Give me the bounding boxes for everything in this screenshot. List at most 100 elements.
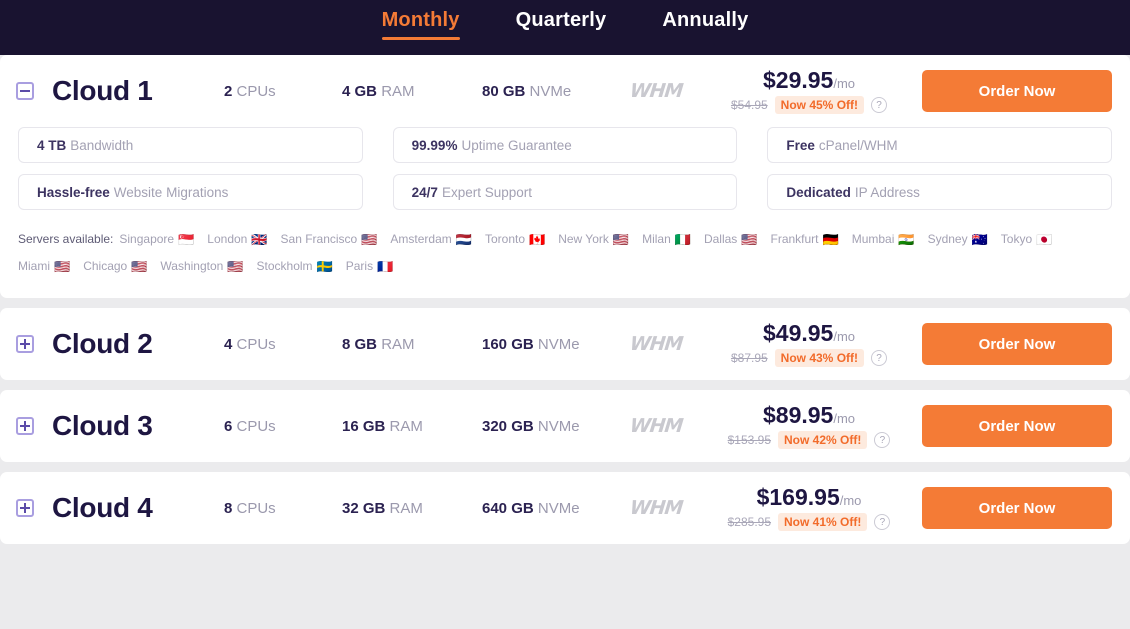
spec-disk-unit: NVMe xyxy=(537,499,580,517)
price-subline: $54.95 Now 45% Off!? xyxy=(730,96,888,115)
discount-badge: Now 45% Off! xyxy=(774,96,865,115)
feature-value: 99.99% xyxy=(411,137,458,153)
spec-cpu-unit: CPUs xyxy=(236,499,276,517)
feature-item: Hassle-free Website Migrations xyxy=(18,174,363,210)
plan-card: Cloud 12 CPUs 4 GB RAM 80 GB NVMe WHM $29.95… xyxy=(0,55,1130,298)
spec-ram: 8 GB RAM xyxy=(342,336,482,353)
server-location: San Francisco 🇺🇸 xyxy=(281,226,378,253)
tab-quarterly[interactable]: Quarterly xyxy=(488,5,635,42)
discount-badge: Now 41% Off! xyxy=(778,513,868,532)
server-location: Miami 🇺🇸 xyxy=(18,253,70,280)
feature-label: Bandwidth xyxy=(70,137,134,153)
spec-disk-value: 640 GB xyxy=(482,499,534,517)
price-subline: $285.95 Now 41% Off!? xyxy=(727,513,891,532)
flag-icon: 🇸🇪 xyxy=(316,259,333,274)
flag-icon: 🇬🇧 xyxy=(251,232,268,247)
price-amount: $89.95 xyxy=(762,401,834,428)
price-original: $285.95 xyxy=(727,515,772,530)
feature-item: 24/7 Expert Support xyxy=(392,174,738,210)
server-location: London 🇬🇧 xyxy=(207,226,267,253)
expand-icon[interactable] xyxy=(16,335,34,353)
server-location: Paris 🇫🇷 xyxy=(346,253,394,280)
spec-cpu: 6 CPUs xyxy=(224,418,342,435)
plan-name: Cloud 2 xyxy=(52,328,153,359)
collapse-icon[interactable] xyxy=(16,82,34,100)
spec-disk: 80 GB NVMe xyxy=(482,83,630,100)
server-city: Dallas xyxy=(703,232,738,246)
feature-item: Dedicated IP Address xyxy=(767,174,1112,210)
flag-icon: 🇺🇸 xyxy=(741,232,758,247)
server-city: Singapore xyxy=(119,232,175,246)
expand-icon[interactable] xyxy=(16,417,34,435)
order-now-button[interactable]: Order Now xyxy=(922,323,1112,365)
server-city: Amsterdam xyxy=(390,232,452,246)
price-block: $29.95/mo $54.95 Now 45% Off!? xyxy=(702,66,922,115)
flag-icon: 🇺🇸 xyxy=(361,232,378,247)
expand-icon[interactable] xyxy=(16,499,34,517)
whm-logo: WHM xyxy=(628,80,684,102)
order-now-button[interactable]: Order Now xyxy=(922,405,1112,447)
spec-disk: 160 GB NVMe xyxy=(482,336,630,353)
server-location: Stockholm 🇸🇪 xyxy=(257,253,333,280)
server-city: San Francisco xyxy=(280,232,358,246)
spec-cpu-unit: CPUs xyxy=(236,417,276,435)
flag-icon: 🇸🇬 xyxy=(178,232,195,247)
feature-value: 24/7 xyxy=(411,184,438,200)
help-icon[interactable]: ? xyxy=(871,97,888,114)
flag-icon: 🇺🇸 xyxy=(227,259,244,274)
spec-ram: 4 GB RAM xyxy=(342,83,482,100)
servers-available-label: Servers available: xyxy=(18,232,114,246)
price-subline: $153.95 Now 42% Off!? xyxy=(727,431,891,450)
spec-cpu: 4 CPUs xyxy=(224,336,342,353)
plan-name: Cloud 3 xyxy=(52,410,153,441)
price-original: $54.95 xyxy=(730,98,768,113)
spec-disk-value: 320 GB xyxy=(482,417,534,435)
tab-monthly[interactable]: Monthly xyxy=(354,5,488,42)
price-amount: $29.95 xyxy=(762,66,834,93)
flag-icon: 🇩🇪 xyxy=(822,232,839,247)
server-location: Amsterdam 🇳🇱 xyxy=(390,226,472,253)
pricing-plan-list: Cloud 12 CPUs 4 GB RAM 80 GB NVMe WHM $29.95… xyxy=(0,55,1130,544)
price-period: /mo xyxy=(833,410,856,426)
spec-ram: 16 GB RAM xyxy=(342,418,482,435)
flag-icon: 🇮🇹 xyxy=(674,232,691,247)
feature-item: 99.99% Uptime Guarantee xyxy=(392,127,738,163)
server-city: Miami xyxy=(18,259,50,273)
plan-card: Cloud 36 CPUs 16 GB RAM 320 GB NVMe WHM $89.… xyxy=(0,390,1130,462)
tab-annually[interactable]: Annually xyxy=(634,5,776,42)
server-city: Sydney xyxy=(927,232,968,246)
feature-value: Free xyxy=(786,137,815,153)
help-icon[interactable]: ? xyxy=(874,432,891,449)
spec-disk-unit: NVMe xyxy=(537,417,580,435)
plan-summary-row: Cloud 36 CPUs 16 GB RAM 320 GB NVMe WHM $89.… xyxy=(0,390,1130,462)
feature-label: Expert Support xyxy=(441,184,532,200)
price-period: /mo xyxy=(833,328,856,344)
server-location: Washington 🇺🇸 xyxy=(160,253,243,280)
feature-label: Website Migrations xyxy=(113,184,229,200)
order-now-button[interactable]: Order Now xyxy=(922,487,1112,529)
server-city: Tokyo xyxy=(1000,232,1033,246)
feature-value: Hassle-free xyxy=(37,184,110,200)
server-city: Paris xyxy=(345,259,374,273)
spec-cpu-value: 2 xyxy=(224,82,233,100)
help-icon[interactable]: ? xyxy=(874,514,891,531)
spec-disk: 640 GB NVMe xyxy=(482,500,630,517)
flag-icon: 🇦🇺 xyxy=(971,232,988,247)
help-icon[interactable]: ? xyxy=(871,350,888,367)
whm-logo: WHM xyxy=(628,497,684,519)
flag-icon: 🇺🇸 xyxy=(612,232,630,247)
spec-disk-value: 160 GB xyxy=(482,335,534,353)
server-location: Mumbai 🇮🇳 xyxy=(852,226,915,253)
price-subline: $87.95 Now 43% Off!? xyxy=(731,349,888,368)
feature-item: Free cPanel/WHM xyxy=(767,127,1112,163)
price-original: $153.95 xyxy=(727,433,772,448)
spec-cpu: 8 CPUs xyxy=(224,500,342,517)
plan-card: Cloud 48 CPUs 32 GB RAM 640 GB NVMe WHM $169… xyxy=(0,472,1130,544)
spec-disk-value: 80 GB xyxy=(482,82,526,100)
server-city: Stockholm xyxy=(256,259,313,273)
server-city: New York xyxy=(558,232,609,246)
order-now-button[interactable]: Order Now xyxy=(922,70,1112,112)
plan-card: Cloud 24 CPUs 8 GB RAM 160 GB NVMe WHM $49.9… xyxy=(0,308,1130,380)
server-location: Chicago 🇺🇸 xyxy=(83,253,147,280)
price-amount: $169.95 xyxy=(756,483,840,510)
